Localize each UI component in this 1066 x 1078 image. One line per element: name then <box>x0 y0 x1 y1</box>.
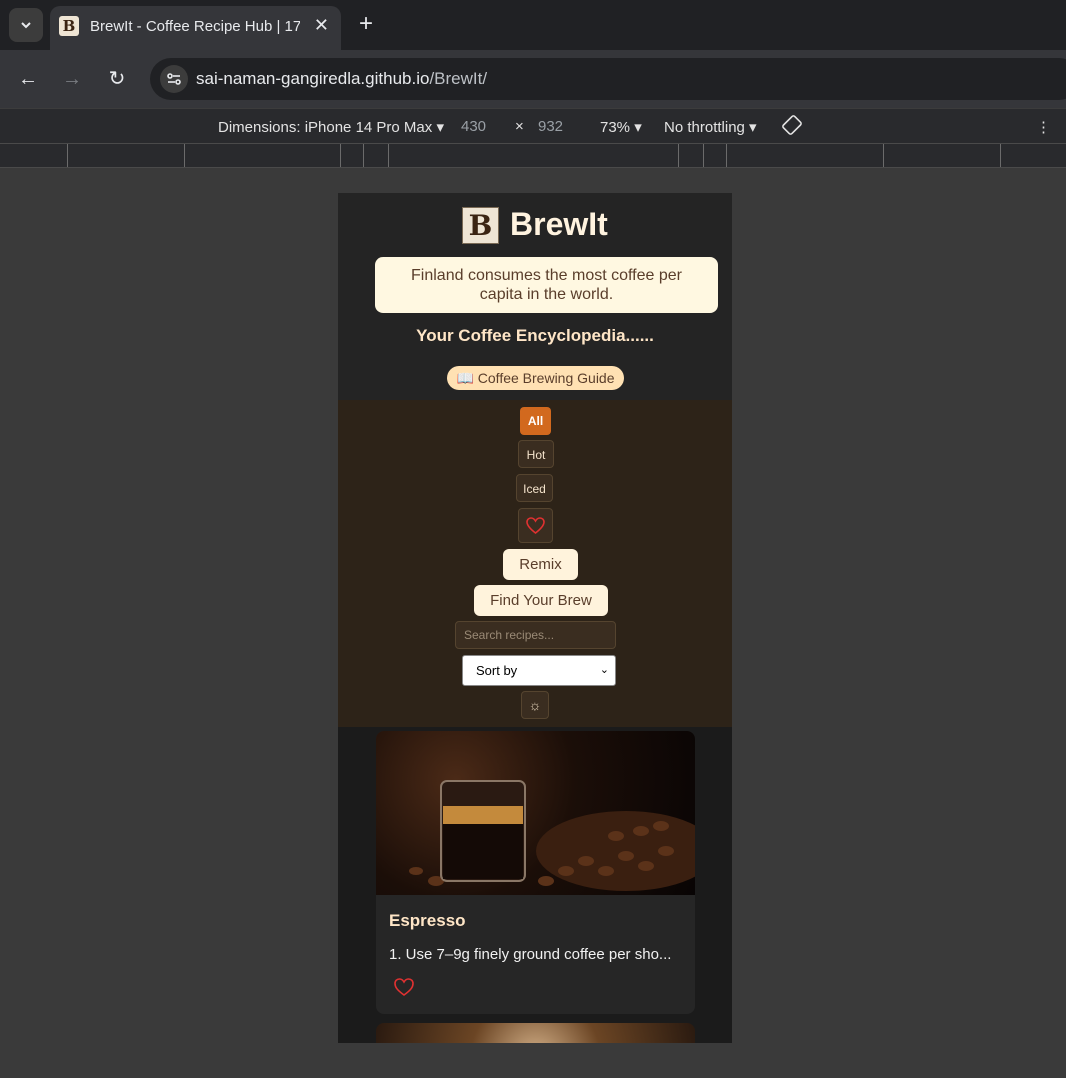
tab-title: BrewIt - Coffee Recipe Hub | 170 <box>90 18 300 35</box>
remix-button[interactable]: Remix <box>503 549 578 580</box>
filter-hot-button[interactable]: Hot <box>518 440 554 468</box>
back-icon[interactable]: ← <box>14 65 42 93</box>
rotate-icon[interactable] <box>781 113 803 141</box>
chevron-down-icon: ⌄ <box>599 664 609 676</box>
zoom-select[interactable]: 73% ▾ <box>600 118 642 136</box>
filter-iced-button[interactable]: Iced <box>516 474 553 502</box>
reload-icon[interactable]: ↻ <box>103 65 131 93</box>
forward-icon[interactable]: → <box>58 65 86 93</box>
brand-logo: B <box>462 207 499 244</box>
tab-search-button[interactable] <box>9 8 43 42</box>
recipe-title: Espresso <box>389 911 466 930</box>
device-viewport: B BrewIt Finland consumes the most coffe… <box>338 193 732 1043</box>
device-select[interactable]: Dimensions: iPhone 14 Pro Max ▾ <box>218 118 444 136</box>
filter-panel: All Hot Iced Remix Find Your Brew Search… <box>338 400 732 727</box>
address-bar[interactable]: sai-naman-gangiredla.github.io/BrewIt/ <box>150 58 1066 100</box>
recipe-card[interactable] <box>376 1023 695 1043</box>
media-query-ruler <box>0 143 1066 168</box>
browser-toolbar: ← → ↻ sai-naman-gangiredla.github.io/Bre… <box>0 50 1066 108</box>
more-options-icon[interactable]: ⋮ <box>1036 118 1051 136</box>
brand-name: BrewIt <box>510 206 608 242</box>
favorite-button[interactable] <box>393 976 415 998</box>
throttling-select[interactable]: No throttling ▾ <box>664 118 757 136</box>
url-text: sai-naman-gangiredla.github.io/BrewIt/ <box>196 69 488 88</box>
browser-tab[interactable]: B BrewIt - Coffee Recipe Hub | 170 ✕ <box>50 6 341 50</box>
find-your-brew-button[interactable]: Find Your Brew <box>474 585 608 616</box>
coffee-fact-banner: Finland consumes the most coffee per cap… <box>375 257 718 313</box>
heart-icon <box>394 978 414 996</box>
new-tab-button[interactable]: + <box>355 12 377 38</box>
tab-favicon-icon: B <box>59 16 79 36</box>
recipe-description: 1. Use 7–9g finely ground coffee per sho… <box>389 946 672 963</box>
height-input[interactable]: 932 <box>538 118 563 135</box>
device-toolbar: Dimensions: iPhone 14 Pro Max ▾ 430 × 93… <box>0 108 1066 143</box>
recipe-image <box>376 731 695 895</box>
brewing-guide-button[interactable]: 📖 Coffee Brewing Guide <box>447 366 624 390</box>
site-header: B BrewIt Finland consumes the most coffe… <box>338 193 732 400</box>
tab-close-icon[interactable]: ✕ <box>314 15 329 35</box>
filter-all-button[interactable]: All <box>520 407 551 435</box>
dimension-separator: × <box>515 118 524 135</box>
theme-toggle-button[interactable]: ☼ <box>521 691 549 719</box>
favorites-filter-button[interactable] <box>518 508 553 543</box>
recipe-card[interactable]: Espresso 1. Use 7–9g finely ground coffe… <box>376 731 695 1014</box>
sort-select[interactable]: Sort by ⌄ <box>462 655 616 686</box>
tagline: Your Coffee Encyclopedia...... <box>416 326 654 345</box>
search-input[interactable]: Search recipes... <box>455 621 616 649</box>
heart-icon <box>526 517 545 535</box>
width-input[interactable]: 430 <box>461 118 486 135</box>
site-info-icon[interactable] <box>160 65 188 93</box>
tab-strip: B BrewIt - Coffee Recipe Hub | 170 ✕ + <box>0 0 1066 50</box>
chevron-down-icon <box>21 22 31 29</box>
